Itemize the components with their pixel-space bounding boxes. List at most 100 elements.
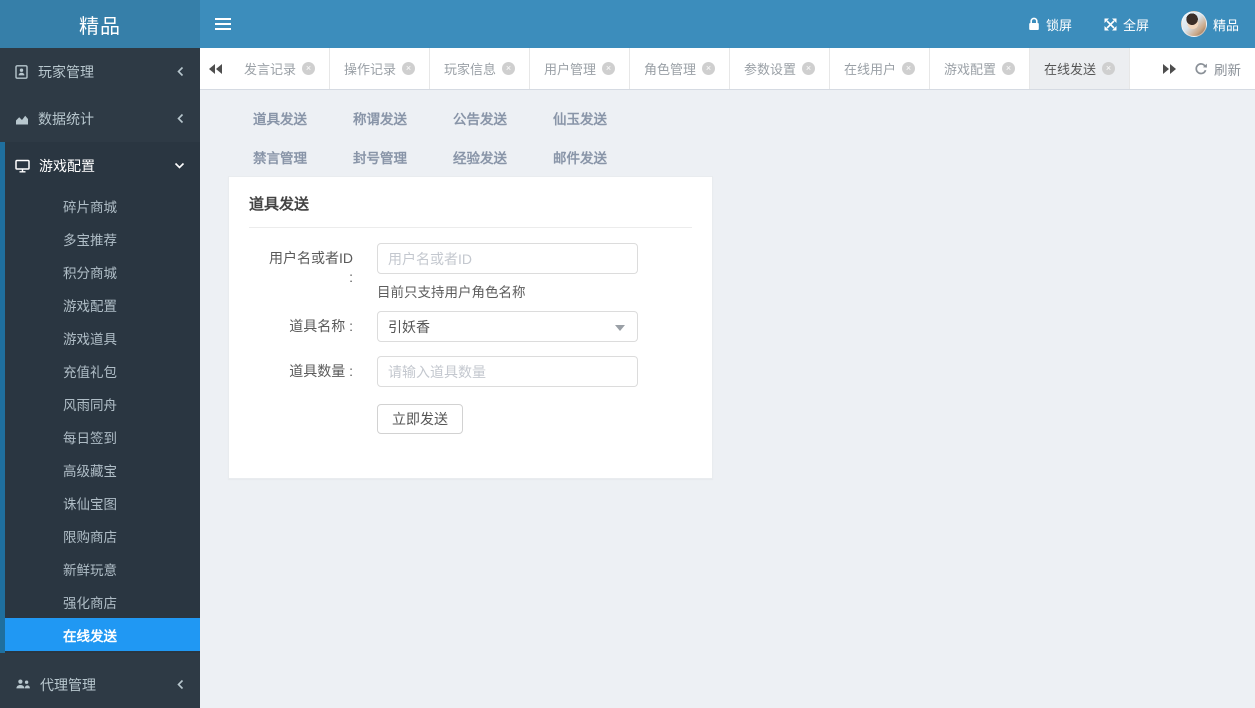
chevron-left-icon [176, 113, 185, 124]
app-window: 精品 锁屏 全屏 精品 玩家管理 数据统计 游戏配置 碎片商城 多宝推荐 积分商… [0, 0, 1255, 708]
subnav-row-2: 禁言管理 封号管理 经验发送 邮件发送 [230, 137, 1255, 176]
submenu-item[interactable]: 风雨同舟 [5, 387, 200, 420]
submenu-item[interactable]: 限购商店 [5, 519, 200, 552]
item-name-label: 道具名称 : [289, 318, 353, 334]
panel-title: 道具发送 [249, 177, 692, 228]
navbar: 锁屏 全屏 精品 [200, 0, 1255, 48]
chevron-left-icon [176, 679, 185, 690]
users-icon [15, 678, 31, 691]
tab-role-management[interactable]: 角色管理 [630, 48, 730, 89]
submenu-item[interactable]: 多宝推荐 [5, 222, 200, 255]
form-row-submit: 立即发送 [249, 401, 692, 434]
submenu-item[interactable]: 游戏道具 [5, 321, 200, 354]
sidebar-item-label: 代理管理 [40, 676, 96, 693]
tab-label: 玩家信息 [443, 62, 496, 77]
item-name-selected-value: 引妖香 [388, 318, 430, 335]
tab-label: 角色管理 [643, 62, 696, 77]
username-label: 用户名或者ID : [269, 250, 353, 285]
double-chevron-left-icon [208, 63, 222, 74]
tab-close-icon[interactable] [802, 62, 815, 75]
refresh-label: 刷新 [1214, 62, 1241, 78]
tab-close-icon[interactable] [702, 62, 715, 75]
tab-close-icon[interactable] [1102, 62, 1115, 75]
tab-operation-log[interactable]: 操作记录 [330, 48, 430, 89]
tab-label: 参数设置 [743, 62, 796, 77]
tab-parameter-settings[interactable]: 参数设置 [730, 48, 830, 89]
sidebar-item-label: 玩家管理 [38, 63, 94, 80]
sidebar-item-game-config[interactable]: 游戏配置 [5, 142, 200, 189]
brand-logo[interactable]: 精品 [0, 0, 200, 48]
address-book-icon [15, 64, 29, 79]
avatar [1180, 11, 1207, 37]
send-now-button[interactable]: 立即发送 [377, 404, 463, 434]
submenu-item[interactable]: 碎片商城 [5, 189, 200, 222]
tabs-scroll-right-button[interactable] [1154, 48, 1184, 89]
submit-spacer [269, 401, 353, 434]
tab-close-icon[interactable] [902, 62, 915, 75]
submenu-item[interactable]: 诛仙宝图 [5, 486, 200, 519]
refresh-button[interactable]: 刷新 [1184, 48, 1255, 89]
sidebar-item-label: 游戏配置 [39, 157, 95, 174]
sidebar-item-agent-management[interactable]: 代理管理 [0, 661, 200, 708]
submenu-item[interactable]: 游戏配置 [5, 288, 200, 321]
prop-send-panel: 道具发送 用户名或者ID : 目前只支持用户角色名称 道具名称 : 引妖香 [228, 176, 713, 479]
tab-label: 在线用户 [843, 62, 896, 77]
submenu-item[interactable]: 强化商店 [5, 585, 200, 618]
username-input[interactable] [377, 243, 638, 274]
fullscreen-button[interactable]: 全屏 [1088, 0, 1165, 48]
tab-online-users[interactable]: 在线用户 [830, 48, 930, 89]
navbar-right: 锁屏 全屏 精品 [1012, 0, 1255, 48]
subnav-item-ban-management[interactable]: 封号管理 [330, 147, 430, 167]
caret-down-icon [615, 325, 625, 331]
submenu-item[interactable]: 高级藏宝 [5, 453, 200, 486]
sidebar-section-game-config: 游戏配置 碎片商城 多宝推荐 积分商城 游戏配置 游戏道具 充值礼包 风雨同舟 … [0, 142, 200, 653]
submenu-item[interactable]: 充值礼包 [5, 354, 200, 387]
form-row-quantity: 道具数量 : [249, 356, 692, 387]
fullscreen-label: 全屏 [1122, 17, 1149, 33]
sidebar-item-player-management[interactable]: 玩家管理 [0, 48, 200, 95]
subnav-item-title-send[interactable]: 称谓发送 [330, 108, 430, 128]
subnav-item-mute-management[interactable]: 禁言管理 [230, 147, 330, 167]
subnav-item-announce-send[interactable]: 公告发送 [430, 108, 530, 128]
submenu-item-online-send-active[interactable]: 在线发送 [5, 618, 200, 651]
submenu-item[interactable]: 积分商城 [5, 255, 200, 288]
submenu-item[interactable]: 每日签到 [5, 420, 200, 453]
subnav-item-xianyu-send[interactable]: 仙玉发送 [530, 108, 630, 128]
tab-user-management[interactable]: 用户管理 [530, 48, 630, 89]
submenu-item[interactable]: 新鲜玩意 [5, 552, 200, 585]
tab-spacer [1130, 48, 1154, 89]
refresh-icon [1194, 62, 1208, 76]
subnav-row-1: 道具发送 称谓发送 公告发送 仙玉发送 [230, 98, 1255, 137]
item-name-select[interactable]: 引妖香 [377, 311, 638, 342]
sidebar-item-data-statistics[interactable]: 数据统计 [0, 95, 200, 142]
tab-player-info[interactable]: 玩家信息 [430, 48, 530, 89]
tab-close-icon[interactable] [502, 62, 515, 75]
subnav-item-exp-send[interactable]: 经验发送 [430, 147, 530, 167]
chart-area-icon [15, 112, 29, 126]
quantity-label: 道具数量 : [289, 363, 353, 379]
subnav-item-prop-send[interactable]: 道具发送 [230, 108, 330, 128]
tab-label: 游戏配置 [943, 62, 996, 77]
sub-navigation: 道具发送 称谓发送 公告发送 仙玉发送 禁言管理 封号管理 经验发送 邮件发送 [200, 90, 1255, 176]
tab-close-icon[interactable] [302, 62, 315, 75]
tabs-scroll-left-button[interactable] [200, 48, 230, 89]
tab-close-icon[interactable] [1002, 62, 1015, 75]
tab-close-icon[interactable] [402, 62, 415, 75]
tab-online-send-active[interactable]: 在线发送 [1030, 48, 1130, 89]
hamburger-icon [215, 15, 231, 33]
user-menu[interactable]: 精品 [1165, 0, 1255, 48]
form-row-username: 用户名或者ID : 目前只支持用户角色名称 [249, 243, 692, 301]
tab-label: 在线发送 [1043, 62, 1096, 77]
lock-screen-button[interactable]: 锁屏 [1012, 0, 1088, 48]
tab-label: 用户管理 [543, 62, 596, 77]
tab-speech-log[interactable]: 发言记录 [230, 48, 330, 89]
tab-close-icon[interactable] [602, 62, 615, 75]
fullscreen-icon [1104, 18, 1117, 31]
quantity-input[interactable] [377, 356, 638, 387]
subnav-item-mail-send[interactable]: 邮件发送 [530, 147, 630, 167]
lock-icon [1028, 17, 1040, 31]
sidebar-toggle-button[interactable] [200, 0, 246, 48]
tab-game-config[interactable]: 游戏配置 [930, 48, 1030, 89]
top-header: 精品 锁屏 全屏 精品 [0, 0, 1255, 48]
tab-bar: 发言记录 操作记录 玩家信息 用户管理 角色管理 参数设置 [200, 48, 1255, 90]
